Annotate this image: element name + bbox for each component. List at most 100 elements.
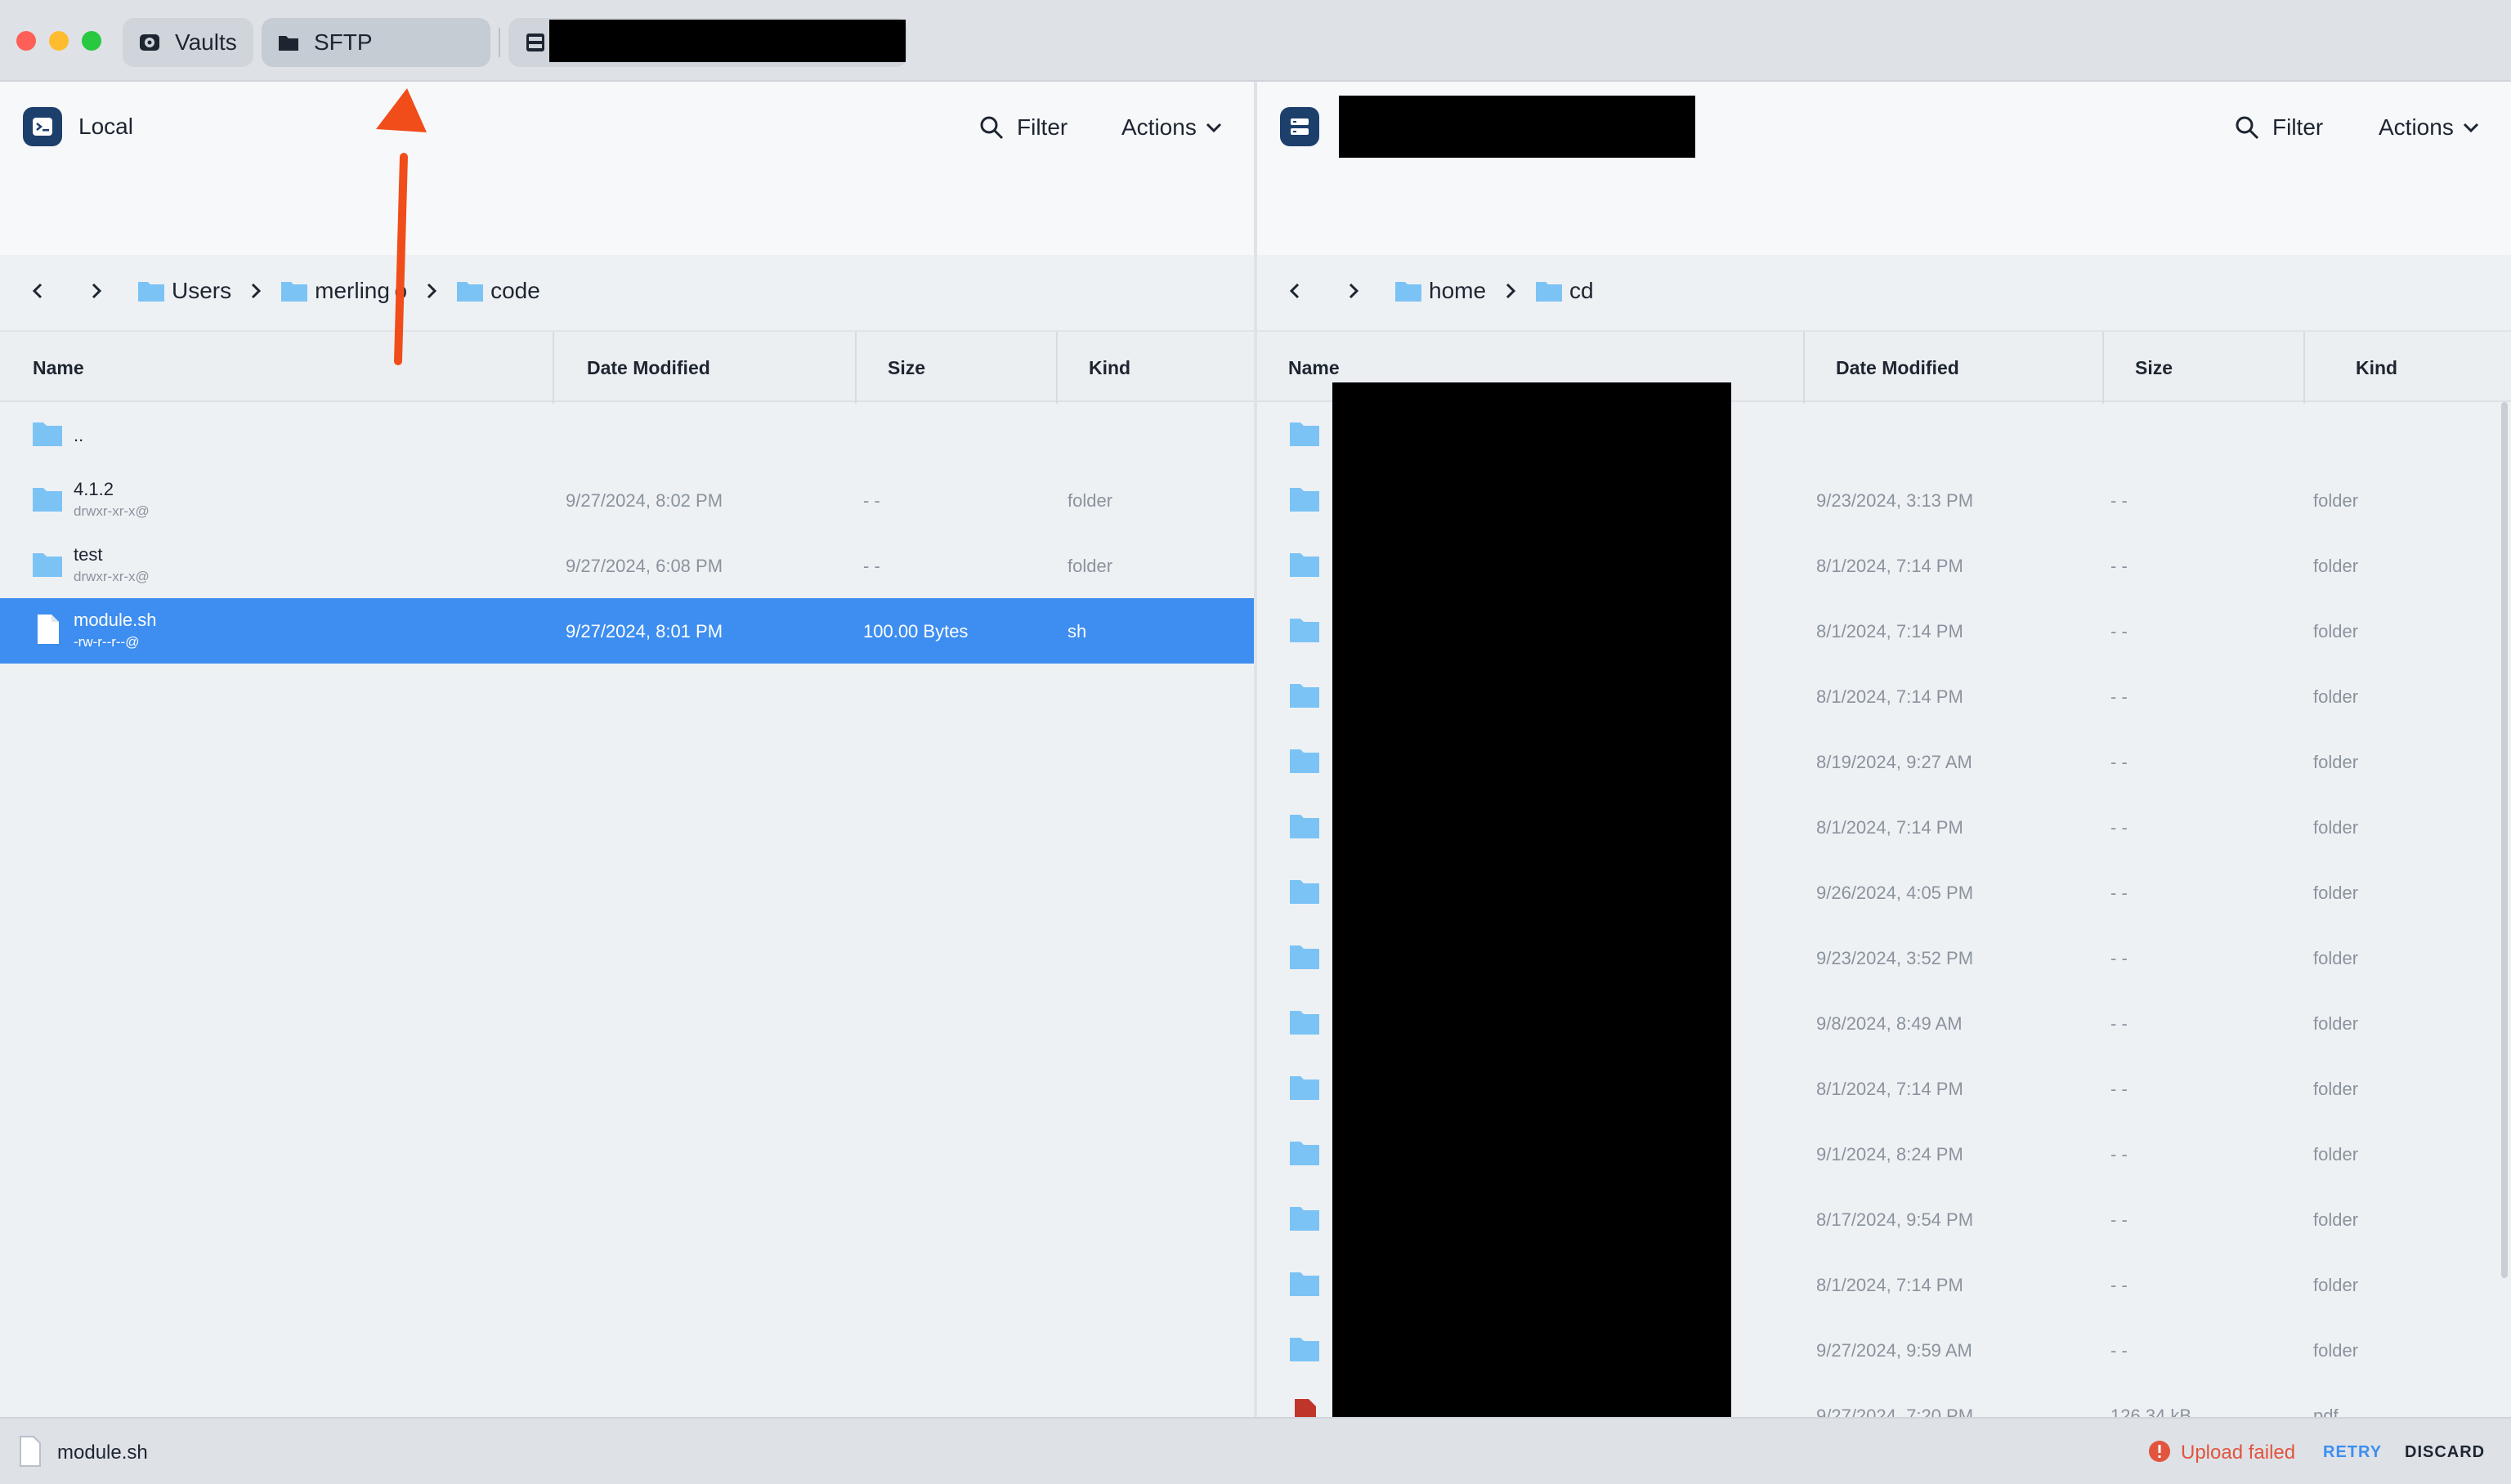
file-kind: folder bbox=[1068, 490, 1113, 511]
column-header-size[interactable]: Size bbox=[855, 332, 1056, 404]
column-header-date[interactable]: Date Modified bbox=[553, 332, 855, 404]
breadcrumb-label: Users bbox=[172, 278, 232, 303]
back-button[interactable] bbox=[20, 273, 56, 309]
remote-pane-header: Filter Actions home cd bbox=[1257, 82, 2511, 303]
file-date: 9/27/2024, 9:59 AM bbox=[1816, 1340, 1972, 1361]
file-kind: folder bbox=[2313, 621, 2359, 641]
tab-remote-host[interactable] bbox=[508, 18, 907, 67]
breadcrumb-item[interactable]: code bbox=[456, 278, 540, 304]
list-item[interactable]: test drwxr-xr-x@ 9/27/2024, 6:08 PM - - … bbox=[0, 533, 1254, 598]
file-size: 126.34 kB bbox=[2110, 1406, 2192, 1417]
remote-pane-title bbox=[1280, 96, 1695, 158]
file-kind: folder bbox=[2313, 1079, 2359, 1099]
file-kind: folder bbox=[2313, 1340, 2359, 1361]
actions-label: Actions bbox=[2379, 114, 2454, 140]
breadcrumb-item[interactable]: cd bbox=[1535, 278, 1594, 304]
folder-icon bbox=[1290, 1011, 1319, 1035]
file-size: - - bbox=[2110, 1013, 2128, 1034]
column-header-kind[interactable]: Kind bbox=[1056, 332, 1254, 404]
local-pane-header: Local Filter Actions Users merling o cod… bbox=[0, 82, 1254, 303]
folder-icon bbox=[33, 488, 62, 512]
file-kind: sh bbox=[1068, 621, 1087, 641]
file-kind: folder bbox=[2313, 817, 2359, 838]
server-icon bbox=[1280, 107, 1319, 146]
chevron-right-icon bbox=[1501, 281, 1520, 301]
back-button[interactable] bbox=[1277, 273, 1313, 309]
file-date: 8/1/2024, 7:14 PM bbox=[1816, 1275, 1963, 1295]
file-size: - - bbox=[2110, 1209, 2128, 1230]
transfer-file-name: module.sh bbox=[57, 1442, 148, 1464]
chevron-right-icon bbox=[246, 281, 266, 301]
folder-icon bbox=[457, 282, 484, 302]
file-size: - - bbox=[2110, 556, 2128, 576]
remote-filter-button[interactable]: Filter bbox=[2233, 110, 2323, 145]
folder-icon bbox=[276, 30, 301, 55]
folder-icon bbox=[1290, 1272, 1319, 1296]
file-date: 9/1/2024, 8:24 PM bbox=[1816, 1144, 1963, 1164]
discard-button[interactable]: DISCARD bbox=[2405, 1443, 2485, 1462]
file-date: 9/8/2024, 8:49 AM bbox=[1816, 1013, 1963, 1034]
remote-scrollbar[interactable] bbox=[2501, 402, 2508, 1278]
breadcrumb-item[interactable]: Users bbox=[137, 278, 231, 304]
folder-icon bbox=[1290, 1207, 1319, 1231]
column-header-date[interactable]: Date Modified bbox=[1803, 332, 2102, 404]
file-date: 9/27/2024, 8:02 PM bbox=[566, 490, 723, 511]
breadcrumb-item[interactable]: home bbox=[1394, 278, 1486, 304]
close-window-button[interactable] bbox=[16, 31, 36, 51]
tab-vaults[interactable]: Vaults bbox=[123, 18, 253, 67]
upload-error-text: Upload failed bbox=[2181, 1442, 2296, 1464]
actions-label: Actions bbox=[1121, 114, 1197, 140]
file-date: 9/27/2024, 6:08 PM bbox=[566, 556, 723, 576]
folder-icon bbox=[281, 282, 308, 302]
retry-button[interactable]: RETRY bbox=[2323, 1443, 2382, 1462]
folder-icon bbox=[1290, 815, 1319, 838]
folder-icon bbox=[138, 282, 164, 302]
file-kind: folder bbox=[1068, 556, 1113, 576]
column-header-name[interactable]: Name bbox=[21, 332, 84, 404]
list-item[interactable]: 4.1.2 drwxr-xr-x@ 9/27/2024, 8:02 PM - -… bbox=[0, 467, 1254, 533]
file-date: 9/23/2024, 3:52 PM bbox=[1816, 948, 1974, 968]
window-titlebar: Vaults SFTP bbox=[0, 0, 2511, 82]
list-item[interactable]: .. bbox=[0, 402, 1254, 467]
file-date: 8/1/2024, 7:14 PM bbox=[1816, 817, 1963, 838]
file-kind: folder bbox=[2313, 883, 2359, 903]
tab-sftp[interactable]: SFTP bbox=[262, 18, 490, 67]
chevron-left-icon bbox=[1289, 283, 1300, 299]
column-header-name[interactable]: Name bbox=[1277, 332, 1340, 404]
breadcrumb-label: merling o bbox=[315, 278, 408, 303]
local-filter-button[interactable]: Filter bbox=[978, 110, 1068, 145]
file-kind: folder bbox=[2313, 1013, 2359, 1034]
file-size: - - bbox=[2110, 686, 2128, 707]
local-actions-menu[interactable]: Actions bbox=[1121, 110, 1223, 145]
zoom-window-button[interactable] bbox=[82, 31, 101, 51]
column-header-kind[interactable]: Kind bbox=[2303, 332, 2511, 404]
file-kind: pdf bbox=[2313, 1406, 2339, 1417]
forward-button[interactable] bbox=[1336, 273, 1372, 309]
file-kind: folder bbox=[2313, 1209, 2359, 1230]
local-pane-label: Local bbox=[78, 114, 133, 139]
file-kind: folder bbox=[2313, 490, 2359, 511]
forward-button[interactable] bbox=[78, 273, 114, 309]
breadcrumb-item[interactable]: merling o bbox=[280, 278, 407, 304]
remote-actions-menu[interactable]: Actions bbox=[2379, 110, 2480, 145]
file-name: module.sh bbox=[74, 610, 157, 630]
column-header-size[interactable]: Size bbox=[2102, 332, 2303, 404]
file-kind: folder bbox=[2313, 1144, 2359, 1164]
file-date: 9/26/2024, 4:05 PM bbox=[1816, 883, 1974, 903]
list-item-selected[interactable]: module.sh -rw-r--r--@ 9/27/2024, 8:01 PM… bbox=[0, 598, 1254, 664]
file-date: 9/27/2024, 8:01 PM bbox=[566, 621, 723, 641]
local-table-header: Name Date Modified Size Kind bbox=[0, 330, 1254, 404]
file-date: 9/27/2024, 7:20 PM bbox=[1816, 1406, 1974, 1417]
file-size: - - bbox=[2110, 1144, 2128, 1164]
minimize-window-button[interactable] bbox=[49, 31, 69, 51]
file-kind: folder bbox=[2313, 948, 2359, 968]
file-date: 8/1/2024, 7:14 PM bbox=[1816, 686, 1963, 707]
file-permissions: drwxr-xr-x@ bbox=[74, 569, 150, 584]
file-size: - - bbox=[2110, 948, 2128, 968]
file-icon bbox=[20, 1436, 41, 1467]
file-size: - - bbox=[863, 490, 880, 511]
folder-icon bbox=[1290, 684, 1319, 708]
vault-icon bbox=[137, 30, 162, 55]
file-size: - - bbox=[2110, 490, 2128, 511]
server-icon bbox=[523, 30, 548, 55]
